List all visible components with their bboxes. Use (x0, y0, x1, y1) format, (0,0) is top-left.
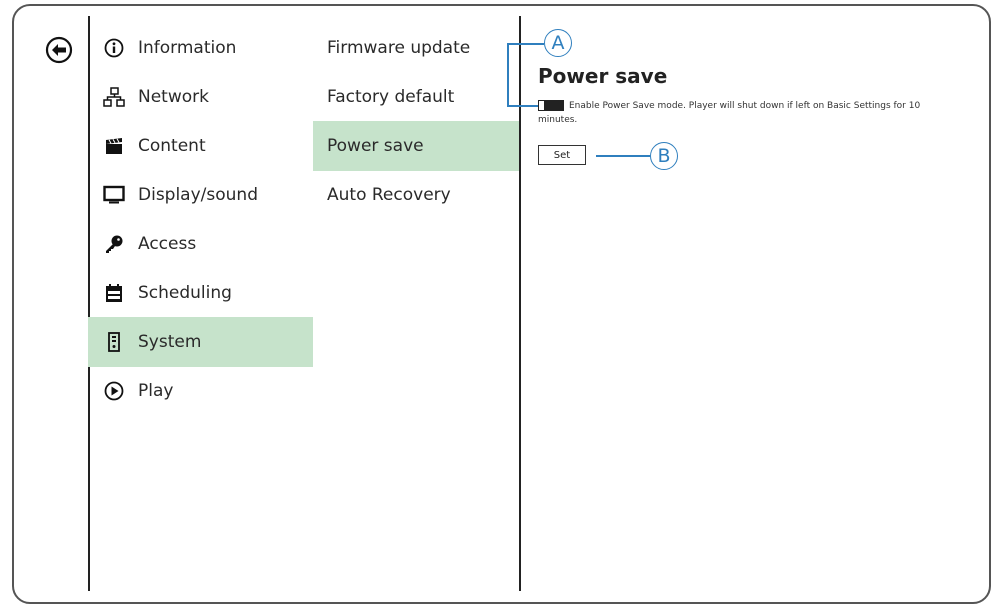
nav-item-label: Access (138, 234, 197, 254)
callout-a-line (507, 105, 538, 107)
key-icon (103, 233, 125, 255)
nav-item-label: Play (138, 381, 174, 401)
submenu-item-label: Factory default (327, 87, 455, 107)
callout-a-marker: A (544, 29, 572, 57)
back-button[interactable] (45, 36, 73, 64)
callout-a-line (507, 44, 509, 106)
power-save-description: Enable Power Save mode. Player will shut… (538, 101, 921, 125)
submenu-item-factory-default[interactable]: Factory default (313, 72, 519, 122)
submenu-item-label: Auto Recovery (327, 185, 451, 205)
nav-item-label: Information (138, 38, 237, 58)
callout-b-marker: B (650, 142, 678, 170)
callout-b-line (596, 155, 650, 157)
submenu-divider (519, 16, 521, 591)
submenu-item-label: Power save (327, 136, 424, 156)
submenu-item-label: Firmware update (327, 38, 471, 58)
nav-item-information[interactable]: Information (88, 23, 313, 73)
nav-item-play[interactable]: Play (88, 366, 313, 416)
nav-item-content[interactable]: Content (88, 121, 313, 171)
nav-item-label: Display/sound (138, 185, 258, 205)
nav-item-label: Network (138, 87, 209, 107)
submenu-item-firmware-update[interactable]: Firmware update (313, 23, 519, 73)
submenu-item-power-save[interactable]: Power save (313, 121, 519, 171)
nav-item-access[interactable]: Access (88, 219, 313, 269)
calendar-icon (103, 282, 125, 304)
system-icon (103, 331, 125, 353)
nav-item-label: System (138, 332, 202, 352)
info-icon (103, 37, 125, 59)
set-button[interactable]: Set (538, 145, 586, 165)
nav-item-display-sound[interactable]: Display/sound (88, 170, 313, 220)
power-save-toggle[interactable] (538, 100, 564, 111)
page-title: Power save (538, 64, 668, 88)
submenu-item-auto-recovery[interactable]: Auto Recovery (313, 170, 519, 220)
network-icon (103, 86, 125, 108)
nav-item-system[interactable]: System (88, 317, 313, 367)
nav-item-label: Content (138, 136, 206, 156)
nav-item-label: Scheduling (138, 283, 232, 303)
back-arrow-icon (45, 36, 73, 64)
clapperboard-icon (103, 135, 125, 157)
nav-item-scheduling[interactable]: Scheduling (88, 268, 313, 318)
toggle-knob (539, 101, 545, 110)
monitor-icon (103, 184, 125, 206)
play-icon (103, 380, 125, 402)
callout-a-line (507, 43, 544, 45)
nav-item-network[interactable]: Network (88, 72, 313, 122)
